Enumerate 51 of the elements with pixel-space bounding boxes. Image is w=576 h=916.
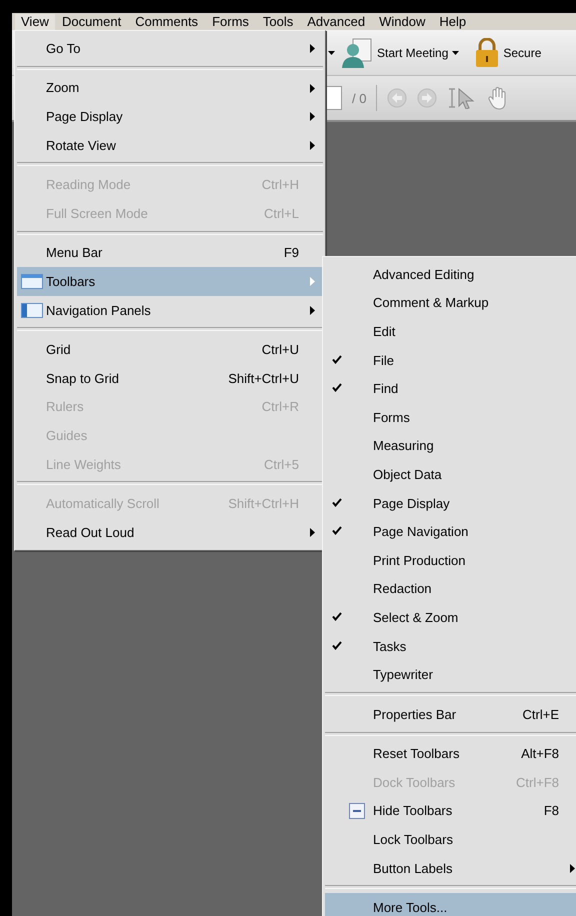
previous-page-icon[interactable] xyxy=(387,88,408,108)
menu-item[interactable]: Reset Toolbars Alt+F8 xyxy=(325,740,576,768)
menu-item[interactable]: More Tools... xyxy=(325,893,576,916)
secure-button[interactable]: Secure xyxy=(475,38,542,68)
menu-item[interactable]: Button Labels xyxy=(325,854,576,882)
menu-item[interactable]: Go To xyxy=(17,34,323,63)
menu-item[interactable]: Print Production xyxy=(325,546,576,575)
menu-item[interactable]: Properties Bar Ctrl+E xyxy=(325,700,576,728)
menu-item[interactable]: Measuring xyxy=(325,432,576,460)
menu-item[interactable]: Lock Toolbars xyxy=(325,825,576,854)
caret-icon xyxy=(452,50,460,54)
menu-item[interactable]: Find xyxy=(325,374,576,403)
menu-item[interactable]: Tasks xyxy=(325,632,576,660)
menu-bar-item[interactable]: Help xyxy=(432,12,474,30)
toolbar-icon xyxy=(21,274,43,290)
lock-icon xyxy=(475,38,500,68)
person-icon xyxy=(341,36,373,68)
menu-bar-item[interactable]: View xyxy=(15,14,55,30)
menu-item[interactable]: File xyxy=(325,346,576,374)
menu-item[interactable]: Page Navigation xyxy=(325,517,576,546)
menu-bar-item[interactable]: Document xyxy=(54,12,128,30)
start-meeting-button[interactable]: Start Meeting xyxy=(341,36,460,68)
minimize-icon xyxy=(349,802,365,819)
page-count: / 0 xyxy=(352,90,366,106)
menu-item[interactable]: Advanced Editing xyxy=(325,260,576,289)
menu-item[interactable]: Object Data xyxy=(325,460,576,489)
menu-item[interactable]: Redaction xyxy=(325,574,576,604)
menu-item[interactable]: Navigation Panels xyxy=(17,296,323,324)
menu-bar-item[interactable]: Forms xyxy=(205,12,256,30)
menu-item[interactable]: Page Display xyxy=(17,102,323,131)
menu-item[interactable]: Page Display xyxy=(325,488,576,518)
menu-item[interactable]: Rotate View xyxy=(17,130,323,160)
next-page-icon[interactable] xyxy=(417,88,438,108)
menu-bar-item[interactable]: Window xyxy=(372,12,432,30)
menu-item[interactable]: Toolbars xyxy=(17,267,323,296)
menu-item[interactable]: Forms xyxy=(325,402,576,432)
menu-item[interactable]: Comment & Markup xyxy=(325,288,576,318)
menu-item[interactable]: Select & Zoom xyxy=(325,603,576,632)
menu-item[interactable]: Menu Bar F9 xyxy=(17,238,323,268)
menu-item[interactable]: Snap to Grid Shift+Ctrl+U xyxy=(17,364,323,393)
caret-icon xyxy=(328,50,335,54)
menu-item[interactable]: Typewriter xyxy=(325,660,576,689)
panel-icon xyxy=(21,302,43,318)
menu-item[interactable]: Hide Toolbars F8 xyxy=(325,796,576,826)
menu-item[interactable]: Read Out Loud xyxy=(17,518,323,546)
menu-item[interactable]: Edit xyxy=(325,317,576,346)
menu-item[interactable]: Zoom xyxy=(17,74,323,102)
menu-bar-item[interactable]: Tools xyxy=(256,12,300,30)
menu-bar-item[interactable]: Comments xyxy=(128,12,206,30)
menu-item[interactable]: Grid Ctrl+U xyxy=(17,335,323,364)
menu-bar-item[interactable]: Advanced xyxy=(300,12,372,30)
